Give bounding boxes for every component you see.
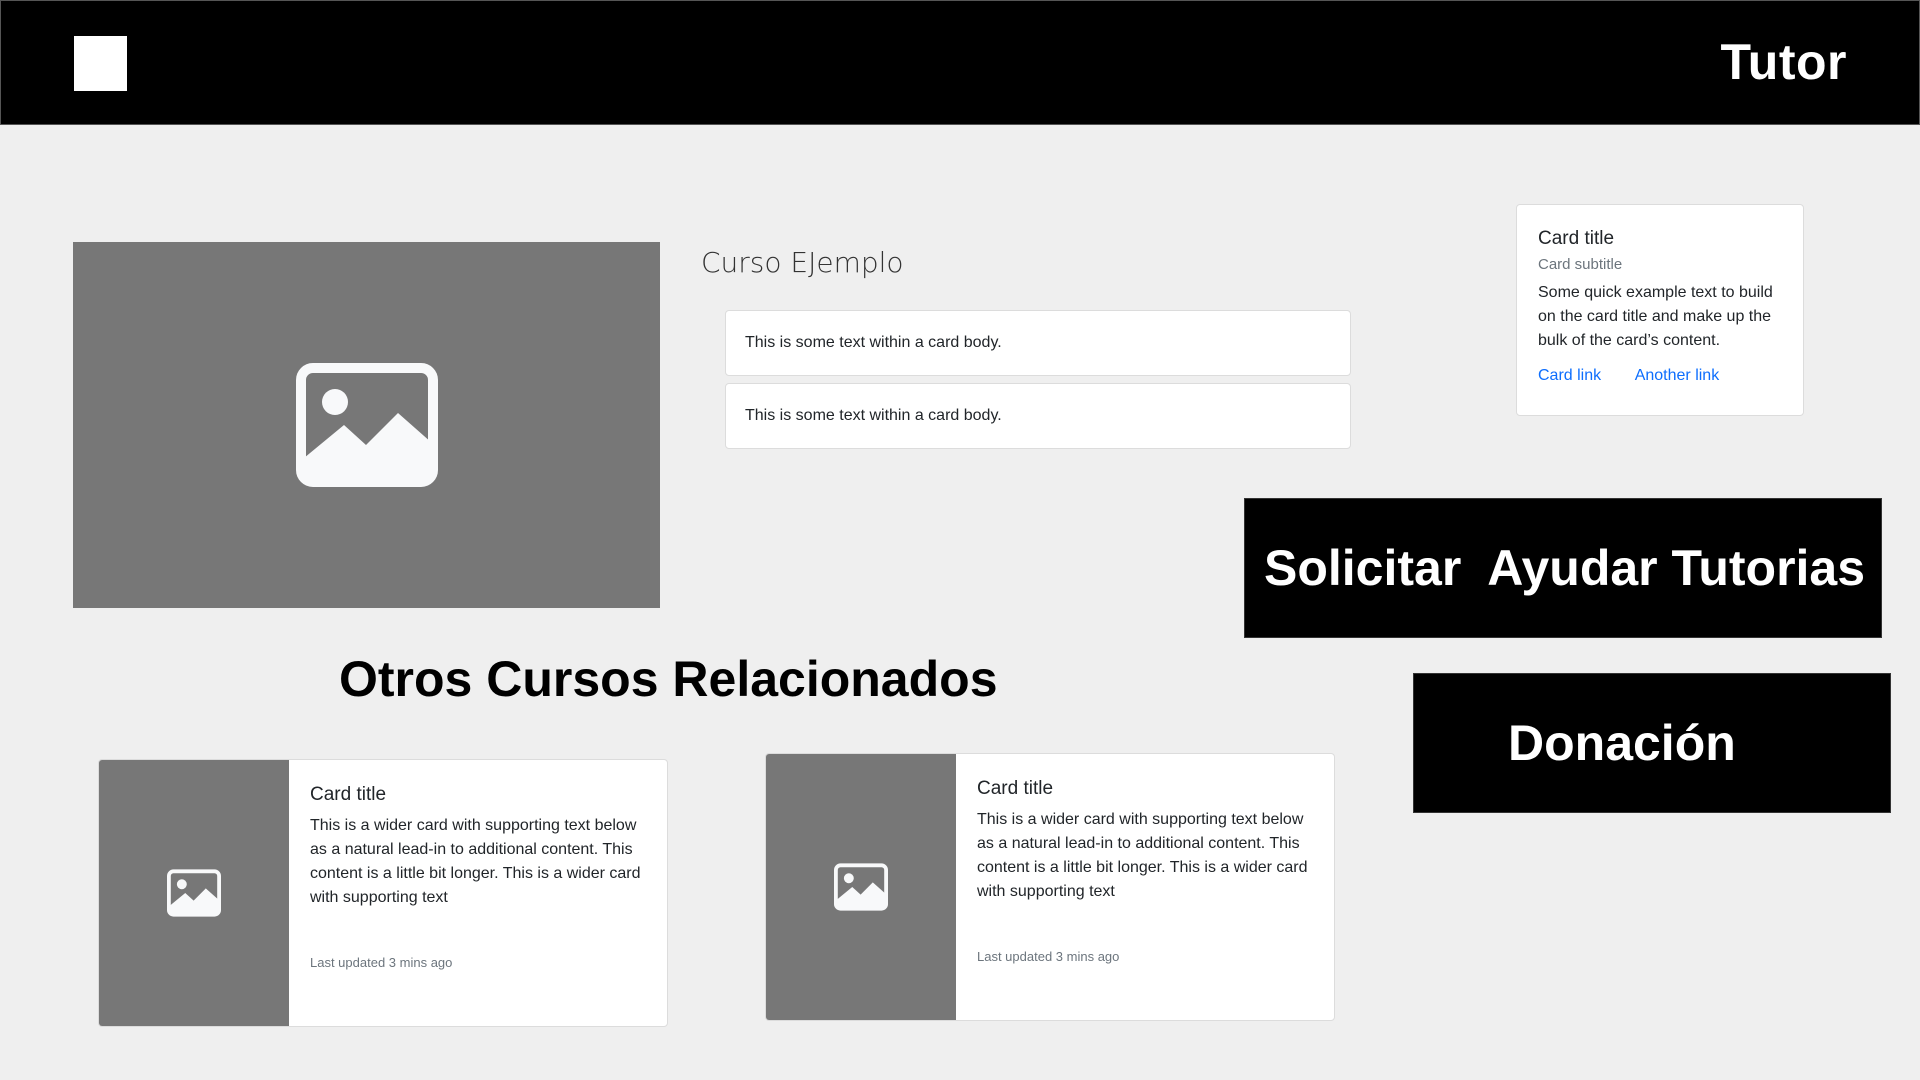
brand-title[interactable]: Tutor xyxy=(1720,33,1847,91)
card-body-text: This is some text within a card body. xyxy=(745,407,1002,424)
top-navbar: Tutor xyxy=(0,0,1920,125)
related-course-card[interactable]: Card title This is a wider card with sup… xyxy=(765,753,1335,1021)
last-updated-text: Last updated 3 mins ago xyxy=(310,955,453,970)
request-tutoring-button[interactable]: Solicitar Ayudar Tutorias xyxy=(1244,498,1882,638)
course-info-card: This is some text within a card body. xyxy=(725,310,1351,376)
course-title: Curso EJemplo xyxy=(701,246,904,279)
image-icon xyxy=(295,363,438,487)
last-updated-text: Last updated 3 mins ago xyxy=(977,949,1120,964)
card-link[interactable]: Card link xyxy=(1538,367,1601,384)
card-subtitle: Card subtitle xyxy=(1538,256,1623,273)
related-course-card[interactable]: Card title This is a wider card with sup… xyxy=(98,759,668,1027)
card-text: This is a wider card with supporting tex… xyxy=(977,811,1308,900)
course-image xyxy=(73,242,660,608)
image-icon xyxy=(834,863,888,911)
info-card: Card title Card subtitle Some quick exam… xyxy=(1516,204,1804,416)
course-info-card: This is some text within a card body. xyxy=(725,383,1351,449)
image-icon xyxy=(167,869,221,917)
card-body-text: This is some text within a card body. xyxy=(745,334,1002,351)
another-link[interactable]: Another link xyxy=(1635,367,1720,384)
card-title: Card title xyxy=(310,784,387,805)
card-text: Some quick example text to build on the … xyxy=(1538,284,1773,349)
donation-button[interactable]: Donación xyxy=(1413,673,1891,813)
card-title: Card title xyxy=(977,778,1054,799)
card-title: Card title xyxy=(1538,228,1615,249)
course-thumbnail xyxy=(766,754,956,1020)
card-text: This is a wider card with supporting tex… xyxy=(310,817,641,906)
related-courses-title: Otros Cursos Relacionados xyxy=(339,651,998,707)
course-thumbnail xyxy=(99,760,289,1026)
logo-square-icon[interactable] xyxy=(74,36,127,91)
